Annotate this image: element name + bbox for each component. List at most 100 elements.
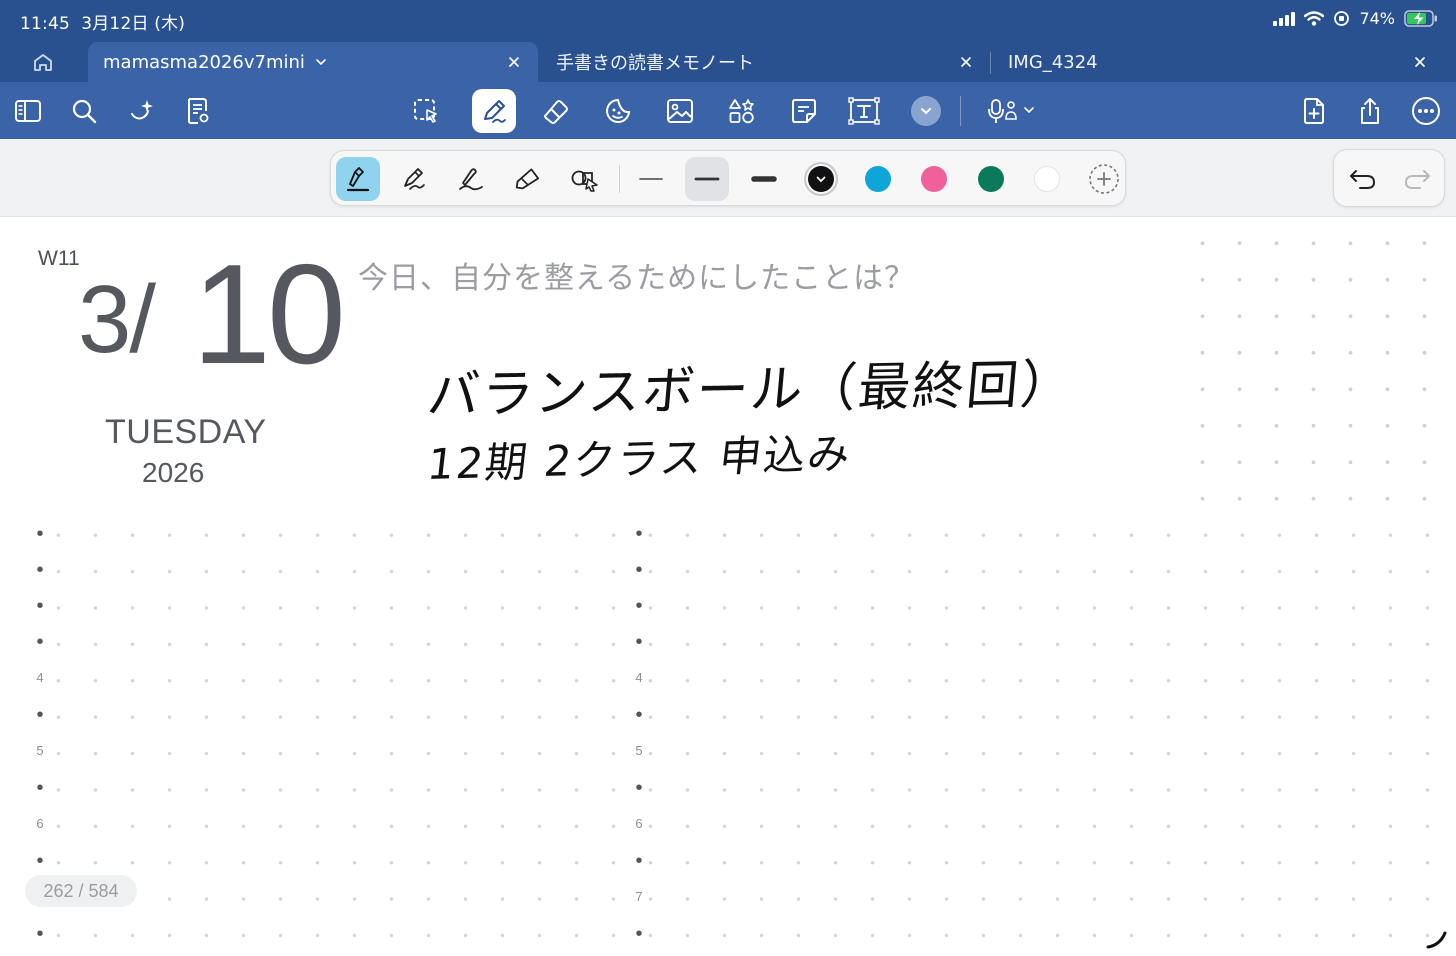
thick-line-icon <box>751 176 777 182</box>
week-number: W11 <box>38 247 80 270</box>
color-swatch-cyan[interactable] <box>865 166 891 192</box>
shape-pen-button[interactable] <box>563 157 607 201</box>
sticker-icon <box>606 98 631 123</box>
close-icon[interactable] <box>956 52 976 72</box>
image-icon <box>667 99 693 123</box>
date-month: 3/ <box>78 266 156 373</box>
ai-assist-button[interactable] <box>120 89 164 133</box>
ballpoint-pen-button[interactable] <box>392 157 436 201</box>
notebook-page-canvas[interactable]: • • • • 4 • 5 • 6 • • • • • • 4 • 5 • 6 … <box>0 217 1456 956</box>
date-day: 10 <box>192 235 346 394</box>
undo-button[interactable] <box>1343 159 1383 199</box>
highlighter-icon <box>515 168 540 190</box>
eraser-tool-button[interactable] <box>534 89 578 133</box>
time-label: 7 <box>635 889 643 904</box>
shapes-tool-button[interactable] <box>720 89 764 133</box>
color-swatch-black[interactable] <box>808 166 834 192</box>
home-button[interactable] <box>24 48 62 76</box>
handwritten-note-line-2[interactable]: 12期 2クラス 申込み <box>425 420 856 492</box>
thickness-thick-button[interactable] <box>742 157 786 201</box>
text-box-icon <box>848 97 880 125</box>
add-page-icon <box>1304 98 1324 124</box>
tab-bar: mamasma2026v7mini 手書きの読書メモノート IMG_4324 <box>0 40 1456 82</box>
fountain-pen-button[interactable] <box>336 157 380 201</box>
ai-sparkle-icon <box>131 100 153 120</box>
time-label: 4 <box>36 670 44 685</box>
add-color-icon <box>1089 164 1119 194</box>
sidebar-icon <box>15 100 41 122</box>
text-box-tool-button[interactable] <box>842 89 886 133</box>
tab-reading-memo[interactable]: 手書きの読書メモノート <box>540 42 990 82</box>
brush-pen-button[interactable] <box>449 157 493 201</box>
add-color-button[interactable] <box>1082 157 1126 201</box>
handwritten-note-line-1[interactable]: バランスボール（最終回） <box>425 342 1078 428</box>
tab-label: mamasma2026v7mini <box>103 51 305 73</box>
add-page-button[interactable] <box>1292 89 1336 133</box>
dot-grid-right <box>1184 225 1456 515</box>
color-swatch-white[interactable] <box>1034 166 1060 192</box>
redo-button[interactable] <box>1397 159 1437 199</box>
status-time: 11:45 3月12日 (木) <box>20 14 186 34</box>
toolbar-divider <box>960 96 961 126</box>
chevron-down-icon[interactable] <box>315 58 327 66</box>
search-icon <box>72 99 97 124</box>
time-label: 5 <box>36 743 44 758</box>
page-counter: 262 / 584 <box>25 875 137 907</box>
tab-mamasma2026v7mini[interactable]: mamasma2026v7mini <box>88 42 538 82</box>
sticky-note-tool-button[interactable] <box>782 89 826 133</box>
time-label: 6 <box>635 816 643 831</box>
pen-icon <box>484 100 506 123</box>
document-review-button[interactable] <box>176 89 220 133</box>
pen-options-bar <box>330 150 1126 206</box>
time-label: 6 <box>36 816 44 831</box>
shapes-icon <box>729 99 754 124</box>
voice-record-button[interactable] <box>980 89 1042 133</box>
tab-label: IMG_4324 <box>1008 51 1098 73</box>
microphone-icon <box>988 99 1034 123</box>
lasso-tool-button[interactable] <box>404 89 448 133</box>
close-icon[interactable] <box>504 52 524 72</box>
close-icon[interactable] <box>1410 52 1430 72</box>
weekday-label: TUESDAY <box>105 413 267 451</box>
orientation-lock-icon <box>1334 11 1350 26</box>
status-indicators: 74% <box>1273 9 1438 28</box>
sticker-tool-button[interactable] <box>596 89 640 133</box>
wifi-icon <box>1304 11 1325 26</box>
brush-pen-icon <box>459 168 483 191</box>
tab-divider <box>990 52 991 74</box>
fountain-pen-icon <box>346 167 370 192</box>
pen-options-divider <box>619 165 620 193</box>
undo-redo-controls <box>1333 149 1445 207</box>
thickness-thin-button[interactable] <box>629 157 673 201</box>
battery-percent: 74% <box>1359 9 1395 28</box>
sticky-note-icon <box>792 99 816 123</box>
color-swatch-pink[interactable] <box>921 166 947 192</box>
highlighter-button[interactable] <box>506 157 550 201</box>
ballpoint-pen-icon <box>404 168 425 190</box>
thickness-medium-button[interactable] <box>685 157 729 201</box>
year-label: 2026 <box>142 457 205 488</box>
thin-line-icon <box>639 178 663 180</box>
image-tool-button[interactable] <box>658 89 702 133</box>
more-tools-dropdown[interactable] <box>911 96 941 126</box>
more-button[interactable] <box>1404 89 1448 133</box>
chevron-down-icon <box>921 108 931 115</box>
time-label: 5 <box>635 743 643 758</box>
battery-charging-icon <box>1404 10 1437 27</box>
pen-tool-button[interactable] <box>472 89 516 133</box>
tab-img-4324[interactable]: IMG_4324 <box>992 42 1444 82</box>
color-swatch-green[interactable] <box>978 166 1004 192</box>
home-icon <box>34 53 52 71</box>
page-curl-mark <box>1426 931 1447 949</box>
signal-icon <box>1273 11 1296 26</box>
daily-prompt: 今日、自分を整えるためにしたことは？ <box>358 261 916 296</box>
status-bar: 11:45 3月12日 (木) 74% <box>0 0 1456 40</box>
dot-grid <box>40 517 1456 956</box>
undo-icon <box>1350 170 1376 189</box>
redo-icon <box>1404 170 1430 189</box>
document-review-icon <box>188 98 209 124</box>
sidebar-button[interactable] <box>6 89 50 133</box>
search-button[interactable] <box>62 89 106 133</box>
share-button[interactable] <box>1348 89 1392 133</box>
chevron-down-icon <box>816 176 826 183</box>
